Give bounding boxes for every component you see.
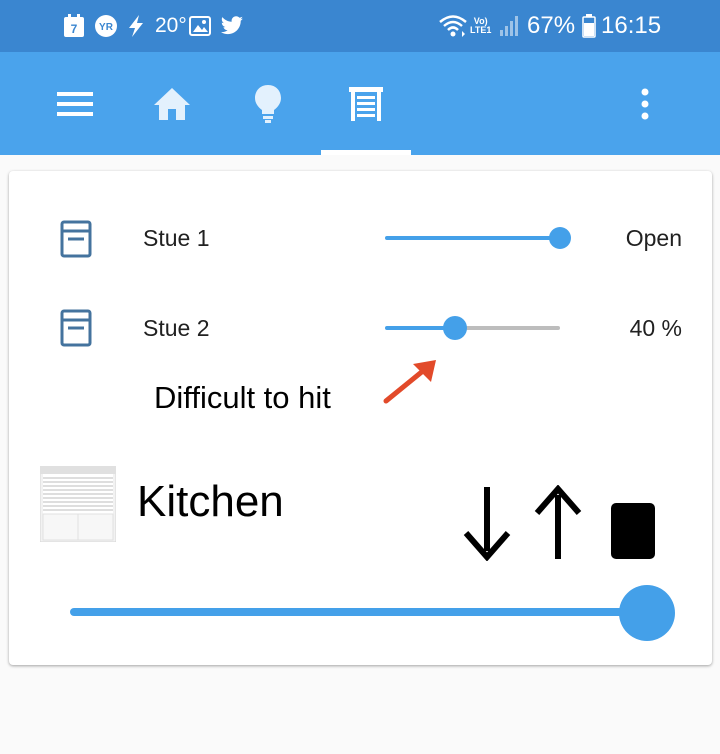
status-bar: 7 YR 20° Vo) LTE1 67% 16:15 xyxy=(0,0,720,52)
row-name-stue-2: Stue 2 xyxy=(143,315,210,341)
calendar-day: 7 xyxy=(71,22,78,36)
window-shutter-icon xyxy=(60,220,92,258)
annotation-text: Difficult to hit xyxy=(154,380,331,415)
wifi-icon xyxy=(438,0,468,52)
window-shutter-icon xyxy=(60,309,92,347)
shutter-icon xyxy=(349,86,383,121)
kitchen-shutter-image xyxy=(39,465,117,547)
slider-thumb-stue-2[interactable] xyxy=(443,316,467,340)
volte-indicator: Vo) LTE1 xyxy=(470,0,491,52)
twitter-icon xyxy=(220,0,244,52)
calendar-icon: 7 xyxy=(63,0,85,52)
menu-icon xyxy=(57,91,93,116)
active-tab-indicator xyxy=(321,150,411,155)
arrow-down-icon xyxy=(463,487,511,561)
tab-shutters[interactable] xyxy=(336,52,396,155)
kitchen-stop-button[interactable] xyxy=(606,499,660,563)
kitchen-up-button[interactable] xyxy=(529,483,587,563)
kitchen-slider-track[interactable] xyxy=(70,608,647,616)
kitchen-down-button[interactable] xyxy=(458,483,516,563)
toolbar xyxy=(0,52,720,155)
shutters-card: Stue 1 Open Stue 2 40 % Difficult to hit xyxy=(9,171,712,665)
battery-percent: 67% xyxy=(527,12,576,39)
arrow-up-icon xyxy=(534,485,582,559)
more-vert-icon xyxy=(641,88,649,119)
cell-signal-icon xyxy=(499,0,519,52)
kitchen-title: Kitchen xyxy=(137,477,284,526)
kitchen-slider-thumb[interactable] xyxy=(619,585,675,641)
tab-home[interactable] xyxy=(142,52,202,155)
battery-icon xyxy=(582,0,596,52)
bolt-icon xyxy=(126,0,146,52)
slider-track-stue-2-inactive[interactable] xyxy=(455,326,560,330)
tab-lights[interactable] xyxy=(238,52,298,155)
more-options-button[interactable] xyxy=(620,52,670,155)
annotation-arrow-icon xyxy=(381,356,441,411)
row-icon-stue-2 xyxy=(60,309,92,352)
row-icon-stue-1 xyxy=(60,220,92,263)
clock: 16:15 xyxy=(601,12,662,39)
row-value-stue-2: 40 % xyxy=(629,315,682,341)
slider-track-stue-1[interactable] xyxy=(385,236,560,240)
volte-label-bottom: LTE1 xyxy=(470,25,492,35)
image-icon xyxy=(189,0,211,52)
yr-badge-text: YR xyxy=(99,22,114,33)
temperature: 20° xyxy=(155,14,187,37)
row-name-stue-1: Stue 1 xyxy=(143,225,210,251)
row-value-stue-1: Open xyxy=(625,225,682,251)
home-icon xyxy=(154,87,190,120)
slider-thumb-stue-1[interactable] xyxy=(549,227,571,249)
lightbulb-icon xyxy=(255,84,281,123)
menu-button[interactable] xyxy=(45,52,105,155)
stop-icon xyxy=(611,503,655,559)
yr-weather-icon: YR xyxy=(94,0,118,52)
